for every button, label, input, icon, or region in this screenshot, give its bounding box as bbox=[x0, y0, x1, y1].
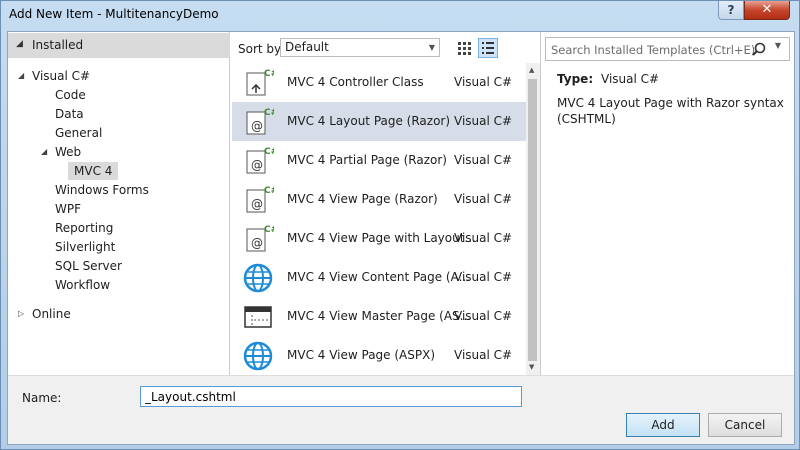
add-new-item-dialog: Add New Item - MultitenancyDemo ? ✕ ◢ In… bbox=[0, 0, 800, 450]
collapsed-arrow-icon[interactable]: ▷ bbox=[18, 305, 24, 323]
template-row-view-page-razor[interactable]: @ C# MVC 4 View Page (Razor) Visual C# bbox=[232, 180, 526, 219]
type-value: Visual C# bbox=[601, 72, 660, 86]
sort-by-dropdown[interactable]: Default ▼ bbox=[280, 38, 440, 57]
template-language: Visual C# bbox=[454, 348, 513, 362]
chevron-down-icon[interactable]: ▼ bbox=[775, 41, 781, 50]
tree-item-data[interactable]: Data bbox=[55, 105, 84, 123]
help-button[interactable]: ? bbox=[718, 1, 744, 20]
svg-text:@: @ bbox=[251, 119, 263, 133]
globe-icon bbox=[243, 263, 273, 293]
expanded-arrow-icon[interactable]: ◢ bbox=[18, 67, 24, 85]
tree-item-workflow[interactable]: Workflow bbox=[55, 276, 110, 294]
file-name-input[interactable] bbox=[140, 386, 522, 407]
template-language: Visual C# bbox=[454, 192, 513, 206]
template-name: MVC 4 View Page (ASPX) bbox=[287, 348, 436, 362]
master-page-icon bbox=[244, 306, 272, 328]
template-language: Visual C# bbox=[454, 114, 513, 128]
controller-icon: C# bbox=[246, 69, 274, 96]
tree-item-code[interactable]: Code bbox=[55, 86, 86, 104]
installed-node[interactable]: ◢ Installed bbox=[8, 33, 230, 58]
svg-text:C#: C# bbox=[264, 186, 274, 196]
search-icon[interactable] bbox=[751, 42, 767, 58]
scrollbar-thumb[interactable] bbox=[528, 79, 537, 361]
grid-view-icon bbox=[458, 42, 471, 55]
expanded-arrow-icon[interactable]: ◢ bbox=[41, 143, 47, 161]
template-row-partial-page-razor[interactable]: @ C# MVC 4 Partial Page (Razor) Visual C… bbox=[232, 141, 526, 180]
tree-item-silverlight[interactable]: Silverlight bbox=[55, 238, 115, 256]
template-row-layout-page-razor[interactable]: @ C# MVC 4 Layout Page (Razor) Visual C# bbox=[232, 102, 526, 141]
svg-text:@: @ bbox=[251, 197, 263, 211]
svg-text:C#: C# bbox=[264, 69, 274, 79]
close-button[interactable]: ✕ bbox=[744, 1, 790, 20]
sort-by-label: Sort by: bbox=[238, 42, 285, 56]
tree-item-sql-server[interactable]: SQL Server bbox=[55, 257, 122, 275]
tree-item-mvc4[interactable]: MVC 4 bbox=[68, 162, 119, 180]
template-row-controller-class[interactable]: C# MVC 4 Controller Class Visual C# bbox=[232, 63, 526, 102]
tree-item-online[interactable]: Online bbox=[32, 305, 71, 323]
template-row-view-master-page[interactable]: MVC 4 View Master Page (AS... Visual C# bbox=[232, 297, 526, 336]
template-name: MVC 4 View Page with Layout... bbox=[287, 231, 476, 245]
template-name: MVC 4 View Page (Razor) bbox=[287, 192, 438, 206]
tree-item-windows-forms[interactable]: Windows Forms bbox=[55, 181, 149, 199]
cancel-button[interactable]: Cancel bbox=[708, 413, 782, 437]
small-icons-view-button[interactable] bbox=[454, 38, 474, 58]
tree-item-visual-csharp[interactable]: Visual C# bbox=[32, 67, 90, 85]
template-details-panel: Search Installed Templates (Ctrl+E) ▼ Ty… bbox=[540, 32, 794, 375]
razor-page-icon: @ C# bbox=[246, 108, 274, 135]
globe-icon bbox=[243, 341, 273, 371]
template-category-tree: ◢ Installed ◢ Visual C# Code Data Genera… bbox=[8, 32, 230, 375]
sort-toolbar: Sort by: Default ▼ bbox=[230, 32, 536, 63]
template-name: MVC 4 Partial Page (Razor) bbox=[287, 153, 447, 167]
dialog-footer: Name: Add Cancel bbox=[8, 375, 794, 444]
add-button[interactable]: Add bbox=[626, 413, 700, 437]
template-language: Visual C# bbox=[454, 153, 513, 167]
template-language: Visual C# bbox=[454, 270, 513, 284]
template-name: MVC 4 Controller Class bbox=[287, 75, 424, 89]
list-view-icon bbox=[482, 42, 494, 54]
template-language: Visual C# bbox=[454, 309, 513, 323]
dialog-client-area: ◢ Installed ◢ Visual C# Code Data Genera… bbox=[7, 31, 795, 445]
svg-text:@: @ bbox=[251, 158, 263, 172]
template-row-view-page-with-layout[interactable]: @ C# MVC 4 View Page with Layout... Visu… bbox=[232, 219, 526, 258]
svg-text:@: @ bbox=[251, 236, 263, 250]
template-description: MVC 4 Layout Page with Razor syntax (CSH… bbox=[557, 96, 784, 126]
installed-label: Installed bbox=[32, 38, 84, 52]
template-language: Visual C# bbox=[454, 231, 513, 245]
template-name: MVC 4 View Master Page (AS... bbox=[287, 309, 472, 323]
expand-arrow-icon[interactable]: ◢ bbox=[16, 39, 23, 49]
svg-text:C#: C# bbox=[264, 225, 274, 235]
name-label: Name: bbox=[22, 391, 62, 405]
template-name: MVC 4 Layout Page (Razor) bbox=[287, 114, 451, 128]
tree-item-wpf[interactable]: WPF bbox=[55, 200, 81, 218]
title-bar: Add New Item - MultitenancyDemo ? ✕ bbox=[1, 1, 799, 31]
template-name: MVC 4 View Content Page (A... bbox=[287, 270, 471, 284]
template-row-view-content-page[interactable]: MVC 4 View Content Page (A... Visual C# bbox=[232, 258, 526, 297]
template-row-view-page-aspx[interactable]: MVC 4 View Page (ASPX) Visual C# bbox=[232, 336, 526, 375]
razor-page-icon: @ C# bbox=[246, 147, 274, 174]
chevron-down-icon: ▼ bbox=[428, 43, 435, 52]
tree-item-web[interactable]: Web bbox=[55, 143, 81, 161]
razor-page-icon: @ C# bbox=[246, 225, 274, 252]
scroll-up-icon[interactable]: ▲ bbox=[529, 66, 534, 74]
search-templates-input[interactable]: Search Installed Templates (Ctrl+E) ▼ bbox=[545, 37, 790, 61]
search-placeholder: Search Installed Templates (Ctrl+E) bbox=[551, 43, 756, 57]
tree-item-reporting[interactable]: Reporting bbox=[55, 219, 113, 237]
tree-item-general[interactable]: General bbox=[55, 124, 102, 142]
type-label: Type: bbox=[557, 72, 594, 86]
scroll-down-icon[interactable]: ▼ bbox=[529, 363, 534, 371]
list-view-button[interactable] bbox=[478, 38, 498, 58]
window-title: Add New Item - MultitenancyDemo bbox=[9, 7, 219, 21]
template-list-scrollbar[interactable]: ▲ ▼ bbox=[526, 63, 540, 375]
razor-page-icon: @ C# bbox=[246, 186, 274, 213]
template-list: C# MVC 4 Controller Class Visual C# @ C#… bbox=[232, 63, 526, 375]
svg-text:C#: C# bbox=[264, 108, 274, 118]
svg-text:C#: C# bbox=[264, 147, 274, 157]
template-language: Visual C# bbox=[454, 75, 513, 89]
